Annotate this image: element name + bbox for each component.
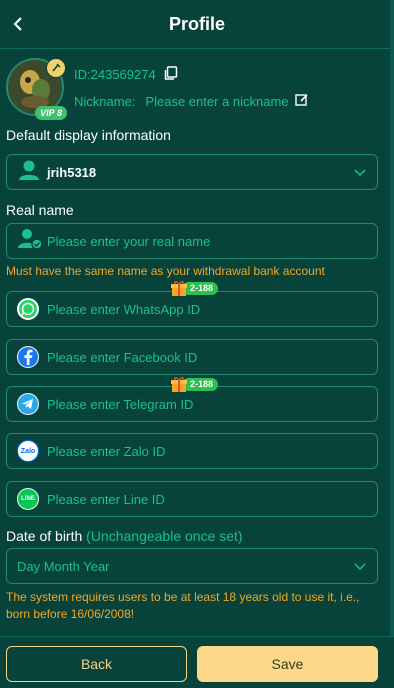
telegram-placeholder: Please enter Telegram ID [47, 396, 194, 412]
facebook-icon [17, 346, 39, 368]
nickname-input[interactable]: Please enter a nickname [145, 94, 288, 109]
zalo-input[interactable]: Zalo Please enter Zalo ID [6, 433, 378, 469]
real-name-placeholder: Please enter your real name [47, 233, 211, 249]
default-display-value: jrih5318 [47, 164, 97, 180]
scrollbar-track [390, 0, 394, 687]
line-icon-text: LINE [18, 489, 38, 509]
nickname-row: Nickname: Please enter a nickname [74, 93, 309, 110]
whatsapp-bonus-badge: 2-188 [170, 279, 219, 297]
default-display-select[interactable]: jrih5318 [6, 154, 378, 190]
back-arrow-icon[interactable] [6, 12, 30, 36]
dob-hint: (Unchangeable once set) [86, 528, 243, 544]
default-display-label: Default display information [6, 127, 171, 143]
edit-icon[interactable] [294, 93, 309, 110]
gift-icon [170, 375, 188, 393]
user-check-icon [17, 227, 43, 256]
copy-icon[interactable] [164, 66, 178, 83]
zalo-icon: Zalo [17, 440, 39, 462]
line-input[interactable]: LINE Please enter Line ID [6, 481, 378, 517]
zalo-placeholder: Please enter Zalo ID [47, 443, 166, 459]
dob-select[interactable]: Day Month Year [6, 548, 378, 584]
back-button[interactable]: Back [6, 646, 187, 682]
avatar-edit-icon[interactable] [46, 58, 66, 78]
dob-warning: The system requires users to be at least… [6, 590, 360, 621]
avatar[interactable]: VIP 8 [6, 58, 67, 120]
real-name-warning: Must have the same name as your withdraw… [6, 264, 325, 278]
telegram-icon [17, 393, 39, 415]
chevron-down-icon [353, 165, 367, 184]
user-id-row: ID:243569274 [74, 66, 178, 83]
gift-icon [170, 279, 188, 297]
nickname-label: Nickname: [74, 94, 136, 109]
zalo-icon-text: Zalo [20, 447, 36, 455]
line-icon: LINE [17, 488, 39, 510]
real-name-label: Real name [6, 202, 74, 218]
dob-label-row: Date of birth (Unchangeable once set) [6, 528, 243, 544]
line-placeholder: Please enter Line ID [47, 491, 165, 507]
telegram-bonus-badge: 2-188 [170, 375, 219, 393]
real-name-input[interactable]: Please enter your real name [6, 223, 378, 259]
whatsapp-icon [17, 298, 39, 320]
whatsapp-placeholder: Please enter WhatsApp ID [47, 301, 201, 317]
save-button[interactable]: Save [197, 646, 378, 682]
user-icon [17, 158, 41, 187]
chevron-down-icon [353, 559, 367, 578]
user-id: ID:243569274 [74, 67, 156, 82]
facebook-placeholder: Please enter Facebook ID [47, 349, 198, 365]
dob-placeholder: Day Month Year [17, 558, 110, 574]
dob-label: Date of birth [6, 528, 83, 544]
vip-badge: VIP 8 [35, 106, 67, 120]
header-bar: Profile [0, 0, 394, 49]
page-title: Profile [168, 13, 225, 34]
facebook-input[interactable]: Please enter Facebook ID [6, 339, 378, 375]
